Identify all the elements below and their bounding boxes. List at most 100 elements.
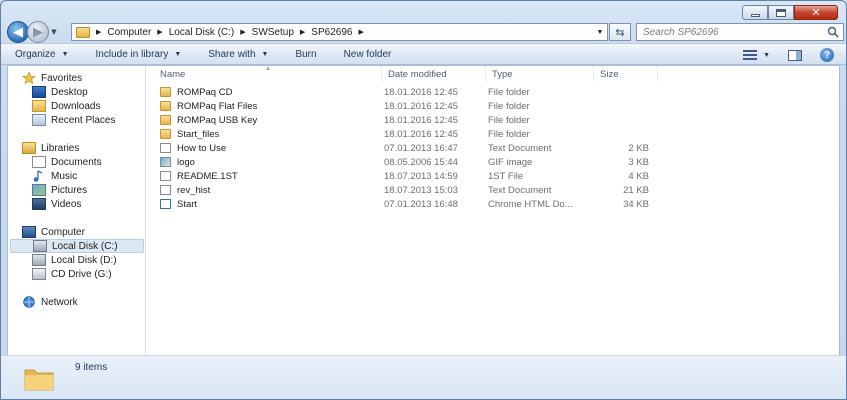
column-header-date[interactable]: Date modified bbox=[382, 66, 486, 82]
file-row[interactable]: Start_files 18.01.2016 12:45 File folder bbox=[160, 127, 680, 141]
share-with-button[interactable]: Share with ▼ bbox=[208, 49, 268, 60]
file-size: 34 KB bbox=[623, 198, 649, 210]
details-pane: 9 items bbox=[1, 355, 846, 399]
folder-icon bbox=[160, 115, 171, 125]
search-input[interactable]: Search SP62696 bbox=[636, 23, 844, 41]
file-icon bbox=[160, 171, 171, 181]
file-row[interactable]: ROMPaq CD 18.01.2016 12:45 File folder bbox=[160, 85, 680, 99]
chevron-right-icon[interactable]: ▶ bbox=[240, 28, 245, 36]
file-row[interactable]: Start 07.01.2013 16:48 Chrome HTML Do...… bbox=[160, 197, 680, 211]
nav-network[interactable]: Network bbox=[22, 295, 78, 309]
file-row[interactable]: README.1ST 18.07.2013 14:59 1ST File 4 K… bbox=[160, 169, 680, 183]
file-date: 18.07.2013 15:03 bbox=[384, 184, 458, 196]
minimize-button[interactable] bbox=[742, 5, 768, 20]
nav-pictures-label: Pictures bbox=[51, 184, 88, 196]
breadcrumb-swsetup[interactable]: SWSetup bbox=[252, 27, 294, 38]
file-size: 21 KB bbox=[623, 184, 649, 196]
maximize-button[interactable] bbox=[768, 5, 794, 20]
recent-pages-dropdown[interactable]: ▼ bbox=[49, 28, 59, 36]
file-name: ROMPaq Flat Files bbox=[177, 100, 258, 112]
nav-recent-places-label: Recent Places bbox=[51, 114, 116, 126]
include-in-library-button[interactable]: Include in library ▼ bbox=[96, 49, 182, 60]
nav-music[interactable]: Music bbox=[32, 169, 77, 183]
file-row[interactable]: logo 08.05.2006 15:44 GIF image 3 KB bbox=[160, 155, 680, 169]
nav-desktop[interactable]: Desktop bbox=[32, 85, 88, 99]
preview-pane-button[interactable] bbox=[788, 49, 802, 61]
search-placeholder: Search SP62696 bbox=[643, 26, 719, 38]
help-icon: ? bbox=[823, 49, 831, 61]
forward-button[interactable]: ▶ bbox=[27, 21, 49, 43]
change-view-button[interactable]: ▼ bbox=[743, 50, 770, 60]
file-type: 1ST File bbox=[488, 170, 524, 182]
chevron-down-icon: ▼ bbox=[763, 51, 770, 59]
nav-local-disk-c-label: Local Disk (C:) bbox=[52, 240, 118, 252]
file-name: logo bbox=[177, 156, 195, 168]
nav-cd-drive-g[interactable]: CD Drive (G:) bbox=[32, 267, 112, 281]
chevron-right-icon[interactable]: ▶ bbox=[157, 28, 162, 36]
column-header-size[interactable]: Size bbox=[594, 66, 658, 82]
nav-favorites[interactable]: Favorites bbox=[22, 71, 82, 85]
explorer-content: Favorites Desktop Downloads Recent Place… bbox=[7, 65, 840, 357]
file-name: README.1ST bbox=[177, 170, 238, 182]
file-size bbox=[596, 113, 649, 127]
back-button[interactable]: ◀ bbox=[7, 21, 29, 43]
help-button[interactable]: ? bbox=[820, 48, 834, 62]
chevron-right-icon[interactable]: ▶ bbox=[358, 28, 363, 36]
file-type: Text Document bbox=[488, 184, 552, 196]
sort-ascending-icon: ▲ bbox=[265, 66, 271, 72]
close-button[interactable]: ✕ bbox=[794, 5, 838, 20]
address-history-dropdown[interactable]: ▼ bbox=[593, 29, 607, 36]
pictures-icon bbox=[32, 184, 46, 196]
file-size: 3 KB bbox=[628, 156, 649, 168]
breadcrumb-sp62696[interactable]: SP62696 bbox=[311, 27, 352, 38]
file-row[interactable]: ROMPaq Flat Files 18.01.2016 12:45 File … bbox=[160, 99, 680, 113]
address-bar[interactable]: ▶ Computer ▶ Local Disk (C:) ▶ SWSetup ▶… bbox=[71, 23, 608, 41]
file-row[interactable]: ROMPaq USB Key 18.01.2016 12:45 File fol… bbox=[160, 113, 680, 127]
nav-local-disk-d[interactable]: Local Disk (D:) bbox=[32, 253, 117, 267]
file-name: ROMPaq USB Key bbox=[177, 114, 258, 126]
nav-recent-places[interactable]: Recent Places bbox=[32, 113, 115, 127]
navigation-bar: ◀ ▶ ▼ ▶ Computer ▶ Local Disk (C:) ▶ SWS… bbox=[7, 21, 844, 43]
nav-documents[interactable]: Documents bbox=[32, 155, 102, 169]
close-icon: ✕ bbox=[811, 6, 821, 19]
search-icon[interactable] bbox=[827, 26, 839, 38]
nav-local-disk-c[interactable]: Local Disk (C:) bbox=[10, 239, 144, 253]
chevron-right-icon[interactable]: ▶ bbox=[300, 28, 305, 36]
cd-drive-icon bbox=[32, 268, 46, 280]
file-row[interactable]: How to Use 07.01.2013 16:47 Text Documen… bbox=[160, 141, 680, 155]
file-list[interactable]: Name ▲ Date modified Type Size ROMPaq CD… bbox=[146, 66, 839, 356]
column-header-type[interactable]: Type bbox=[486, 66, 594, 82]
videos-icon bbox=[32, 198, 46, 210]
libraries-icon bbox=[22, 142, 36, 154]
column-type-label: Type bbox=[492, 68, 513, 80]
column-size-label: Size bbox=[600, 68, 619, 80]
breadcrumb-computer[interactable]: Computer bbox=[107, 27, 151, 38]
burn-button[interactable]: Burn bbox=[295, 49, 316, 60]
file-type: File folder bbox=[488, 100, 530, 112]
burn-label: Burn bbox=[295, 48, 317, 60]
nav-pictures[interactable]: Pictures bbox=[32, 183, 87, 197]
nav-videos[interactable]: Videos bbox=[32, 197, 81, 211]
file-row[interactable]: rev_hist 18.07.2013 15:03 Text Document … bbox=[160, 183, 680, 197]
new-folder-button[interactable]: New folder bbox=[344, 49, 392, 60]
nav-libraries[interactable]: Libraries bbox=[22, 141, 79, 155]
chevron-down-icon: ▼ bbox=[174, 50, 182, 58]
maximize-icon bbox=[776, 8, 786, 17]
nav-computer[interactable]: Computer bbox=[22, 225, 85, 239]
nav-desktop-label: Desktop bbox=[51, 86, 88, 98]
navigation-pane[interactable]: Favorites Desktop Downloads Recent Place… bbox=[8, 66, 146, 356]
folder-icon bbox=[24, 369, 54, 391]
file-name: Start_files bbox=[177, 128, 220, 140]
chevron-right-icon[interactable]: ▶ bbox=[96, 28, 101, 36]
nav-downloads-label: Downloads bbox=[51, 100, 101, 112]
nav-downloads[interactable]: Downloads bbox=[32, 99, 100, 113]
file-name: Start bbox=[177, 198, 198, 210]
organize-button[interactable]: Organize ▼ bbox=[15, 49, 69, 60]
refresh-button[interactable]: ⇆ bbox=[609, 23, 631, 41]
downloads-icon bbox=[32, 100, 46, 112]
nav-music-label: Music bbox=[51, 170, 78, 182]
image-icon bbox=[160, 157, 171, 167]
file-date: 18.01.2016 12:45 bbox=[384, 114, 458, 126]
file-date: 07.01.2013 16:47 bbox=[384, 142, 458, 154]
breadcrumb-local-disk-c[interactable]: Local Disk (C:) bbox=[169, 27, 235, 38]
